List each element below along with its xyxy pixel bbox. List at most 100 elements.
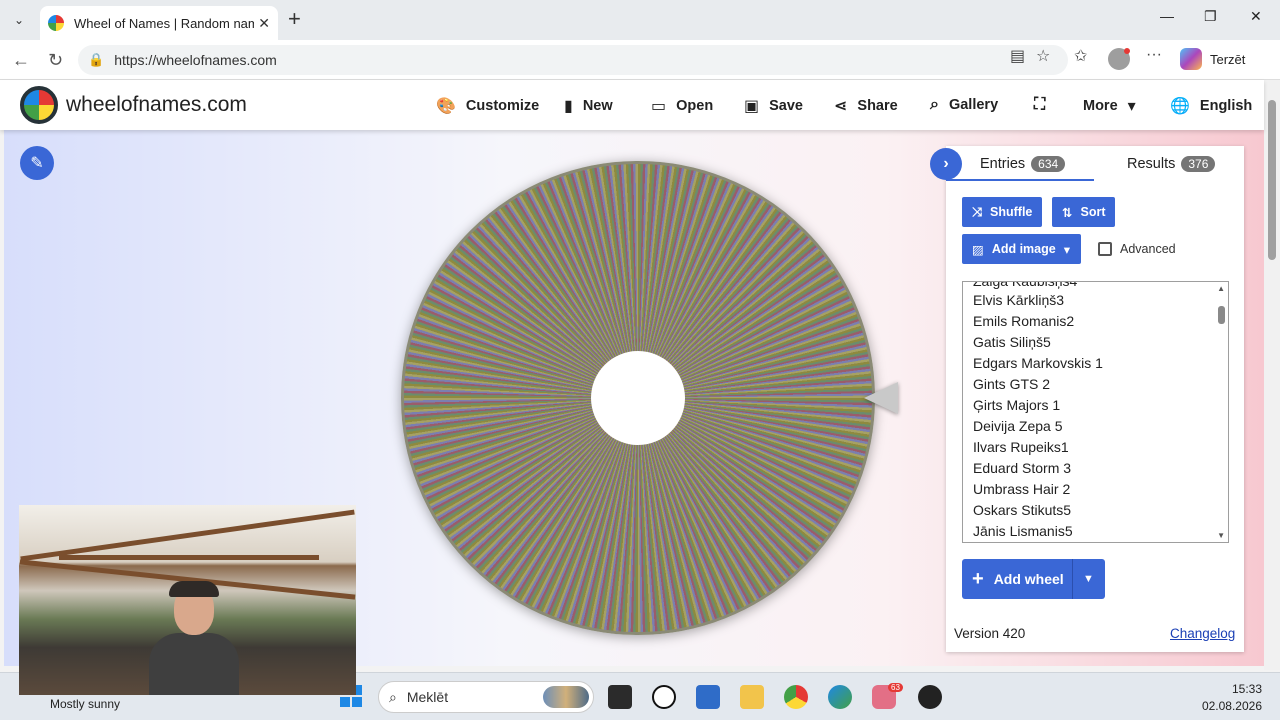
sort-icon: ⇅ [1062,205,1073,220]
tab-list-chevron-icon[interactable]: ⌄ [8,9,30,31]
search-icon: ⌕ [930,96,939,113]
share-button[interactable]: ⋖ Share [834,96,898,116]
webcam-overlay-video [19,505,356,695]
search-placeholder: Meklēt [406,689,449,705]
wheelofnames-favicon-icon [48,15,64,31]
close-window-icon[interactable]: ✕ [1250,8,1262,25]
edit-pencil-icon[interactable]: ✎ [20,146,54,180]
reader-view-icon[interactable]: ▤ [1010,46,1025,66]
list-item: Umbrass Hair 2 [973,481,1071,497]
advanced-checkbox[interactable]: Advanced [1098,242,1176,256]
tab-close-icon[interactable]: ✕ [258,15,270,32]
list-item: Zaiga Kaubisņš4 [973,281,1078,289]
site-logo-icon[interactable] [20,86,58,124]
share-icon: ⋖ [834,98,848,115]
new-label: New [582,98,613,114]
edge-icon[interactable] [828,685,852,709]
presenter-figure [149,581,239,695]
more-options-icon[interactable]: ··· [1146,46,1162,64]
reload-icon[interactable]: ↻ [48,50,63,71]
file-explorer-icon[interactable] [740,685,764,709]
profile-notification-dot [1124,48,1130,54]
changelog-link[interactable]: Changelog [1170,626,1235,641]
site-header: wheelofnames.com 🎨 Customize ▮ New ▭ Open ▣… [0,80,1264,130]
chatgpt-icon[interactable] [652,685,676,709]
roof-beam [20,509,355,562]
restore-icon[interactable]: ❐ [1204,8,1217,25]
add-wheel-dropdown-caret-icon[interactable]: ▼ [1072,559,1104,599]
scroll-down-arrow-icon[interactable]: ▼ [1217,531,1225,540]
customize-button[interactable]: 🎨 Customize [436,96,539,116]
customize-label: Customize [465,98,540,114]
task-view-icon[interactable] [608,685,632,709]
scroll-up-arrow-icon[interactable]: ▲ [1217,284,1225,293]
list-item: Ilvars Rupeiks1 [973,439,1069,455]
language-label: English [1199,98,1253,114]
plus-icon: + [972,567,984,590]
entries-textarea[interactable]: Zaiga Kaubisņš4 Elvis Kārkliņš3 Emils Ro… [962,281,1229,543]
list-item: Deivija Zepa 5 [973,418,1063,434]
save-button[interactable]: ▣ Save [744,96,803,116]
browser-address-bar: ← ↻ 🔒 https://wheelofnames.com ▤ ☆ ✩ ···… [0,40,1280,80]
tab-results[interactable]: Results 376 [1127,156,1216,172]
chrome-icon[interactable] [784,685,808,709]
url-text: https://wheelofnames.com [114,52,277,68]
entries-scrollbar-thumb[interactable] [1218,306,1225,324]
list-item: Jānis Lismanis5 [973,523,1073,539]
add-wheel-main[interactable]: + Add wheel [962,568,1072,591]
checkbox-icon[interactable] [1098,242,1112,256]
caret-down-icon: ▾ [1127,98,1136,115]
search-icon: ⌕ [389,688,397,705]
add-wheel-label: Add wheel [993,571,1064,587]
site-logo-text[interactable]: wheelofnames.com [66,93,247,117]
results-count-badge: 376 [1181,156,1216,172]
weather-widget[interactable]: Mostly sunny [50,697,120,711]
entries-count-badge: 634 [1031,156,1066,172]
caret-down-icon[interactable]: ▾ [1064,242,1070,257]
more-label: More [1083,98,1118,114]
version-text: Version 420 [954,626,1026,641]
save-label: Save [769,98,803,114]
shuffle-label: Shuffle [990,205,1033,219]
language-button[interactable]: 🌐 English [1170,96,1252,116]
sort-button[interactable]: ⇅ Sort [1052,197,1116,227]
add-image-button[interactable]: ▨ Add image ▾ [962,234,1081,264]
folder-open-icon: ▭ [651,98,667,115]
system-clock[interactable]: 15:33 02.08.2026 [1202,681,1262,715]
advanced-label: Advanced [1120,242,1176,256]
back-arrow-icon[interactable]: ← [12,50,30,71]
copilot-icon [1180,48,1202,70]
shuffle-icon: ⤨ [972,204,983,219]
browser-tab-wheel-of-names[interactable]: Wheel of Names | Random name picker ✕ [40,6,278,40]
fullscreen-button[interactable]: ⛶ [1034,96,1045,114]
presenter-cap [169,581,219,597]
favorite-star-icon[interactable]: ☆ [1036,46,1050,66]
favorites-list-icon[interactable]: ✩ [1074,46,1087,66]
shuffle-button[interactable]: ⤨ Shuffle [962,197,1043,227]
url-field[interactable]: 🔒 https://wheelofnames.com [78,45,1068,75]
copilot-button[interactable]: Terzēt [1180,48,1245,70]
wheel-center-hub[interactable] [591,351,685,445]
list-item: Eduard Storm 3 [973,460,1072,476]
open-button[interactable]: ▭ Open [651,96,713,116]
presenter-body [149,633,239,695]
app-icon[interactable] [918,685,942,709]
gallery-button[interactable]: ⌕ Gallery [930,96,998,114]
page-scrollbar[interactable] [1264,80,1280,670]
add-wheel-button[interactable]: + Add wheel ▼ [962,559,1105,599]
more-menu-button[interactable]: More ▾ [1083,96,1136,116]
new-tab-plus-icon[interactable]: + [288,8,301,30]
minimize-icon[interactable]: — [1160,8,1174,24]
share-label: Share [857,98,898,114]
taskbar-search[interactable]: ⌕ Meklēt [378,681,594,713]
open-label: Open [676,98,714,114]
fullscreen-icon: ⛶ [1034,96,1046,113]
collapse-panel-chevron-icon[interactable]: › [930,148,962,180]
palette-icon: 🎨 [436,98,456,115]
new-button[interactable]: ▮ New [564,96,613,116]
microsoft-store-icon[interactable] [696,685,720,709]
globe-icon: 🌐 [1170,98,1190,115]
clock-date: 02.08.2026 [1201,699,1262,713]
tab-entries[interactable]: Entries 634 [980,156,1066,172]
page-scrollbar-thumb[interactable] [1268,100,1276,260]
